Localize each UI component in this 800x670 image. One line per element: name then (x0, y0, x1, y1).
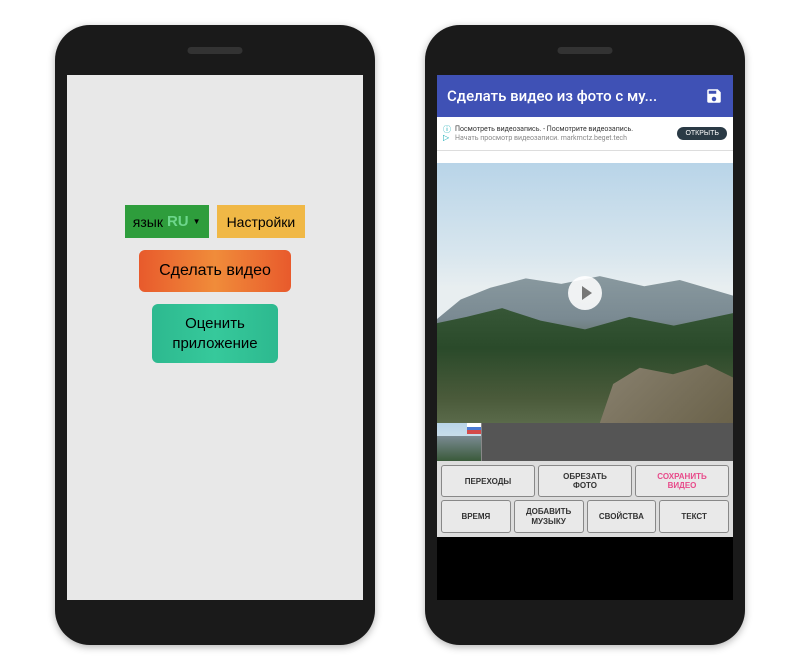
toolbar-row-1: ПЕРЕХОДЫ ОБРЕЗАТЬФОТО СОХРАНИТЬВИДЕО (441, 465, 729, 497)
language-button[interactable]: язык RU ▼ (125, 205, 209, 238)
thumbnail-item[interactable] (437, 423, 482, 461)
time-button[interactable]: ВРЕМЯ (441, 500, 511, 532)
crop-photo-button[interactable]: ОБРЕЗАТЬФОТО (538, 465, 632, 497)
ad-banner[interactable]: ⓘ ▷ Посмотреть видеозапись. - Посмотрите… (437, 117, 733, 151)
bottom-spacer (437, 537, 733, 600)
ad-line-2: Начать просмотр видеозаписи. markmctz.be… (455, 134, 673, 142)
ad-line-1: Посмотреть видеозапись. - Посмотрите вид… (455, 125, 673, 133)
main-menu-screen: язык RU ▼ Настройки Сделать видео Оценит… (67, 75, 363, 600)
save-icon[interactable] (705, 87, 723, 105)
rate-line-2: приложение (172, 335, 257, 352)
rate-app-button[interactable]: Оценить приложение (152, 304, 277, 363)
editor-screen: Сделать видео из фото с му... ⓘ ▷ Посмот… (437, 75, 733, 600)
toolbar-row-2: ВРЕМЯ ДОБАВИТЬМУЗЫКУ СВОЙСТВА ТЕКСТ (441, 500, 729, 532)
ad-open-button[interactable]: ОТКРЫТЬ (677, 127, 727, 140)
settings-button[interactable]: Настройки (217, 205, 306, 238)
play-icon[interactable] (568, 276, 602, 310)
top-button-row: язык RU ▼ Настройки (125, 205, 305, 238)
editor-toolbar: ПЕРЕХОДЫ ОБРЕЗАТЬФОТО СОХРАНИТЬВИДЕО ВРЕ… (437, 461, 733, 537)
thumbnail-strip (437, 423, 733, 461)
flag-overlay-icon (467, 423, 481, 434)
make-video-button[interactable]: Сделать видео (139, 250, 291, 292)
phone-frame-left: язык RU ▼ Настройки Сделать видео Оценит… (55, 25, 375, 645)
video-preview (437, 163, 733, 423)
rate-line-1: Оценить (185, 315, 245, 332)
save-video-button[interactable]: СОХРАНИТЬВИДЕО (635, 465, 729, 497)
add-music-button[interactable]: ДОБАВИТЬМУЗЫКУ (514, 500, 584, 532)
dropdown-caret-icon: ▼ (193, 217, 201, 226)
app-header: Сделать видео из фото с му... (437, 75, 733, 117)
transitions-button[interactable]: ПЕРЕХОДЫ (441, 465, 535, 497)
header-title: Сделать видео из фото с му... (447, 87, 657, 105)
language-label: язык (133, 214, 163, 230)
language-value: RU (167, 213, 189, 230)
phone-frame-right: Сделать видео из фото с му... ⓘ ▷ Посмот… (425, 25, 745, 645)
text-button[interactable]: ТЕКСТ (659, 500, 729, 532)
ad-badge-icon: ⓘ ▷ (443, 126, 451, 142)
properties-button[interactable]: СВОЙСТВА (587, 500, 657, 532)
ad-text: Посмотреть видеозапись. - Посмотрите вид… (455, 125, 673, 142)
